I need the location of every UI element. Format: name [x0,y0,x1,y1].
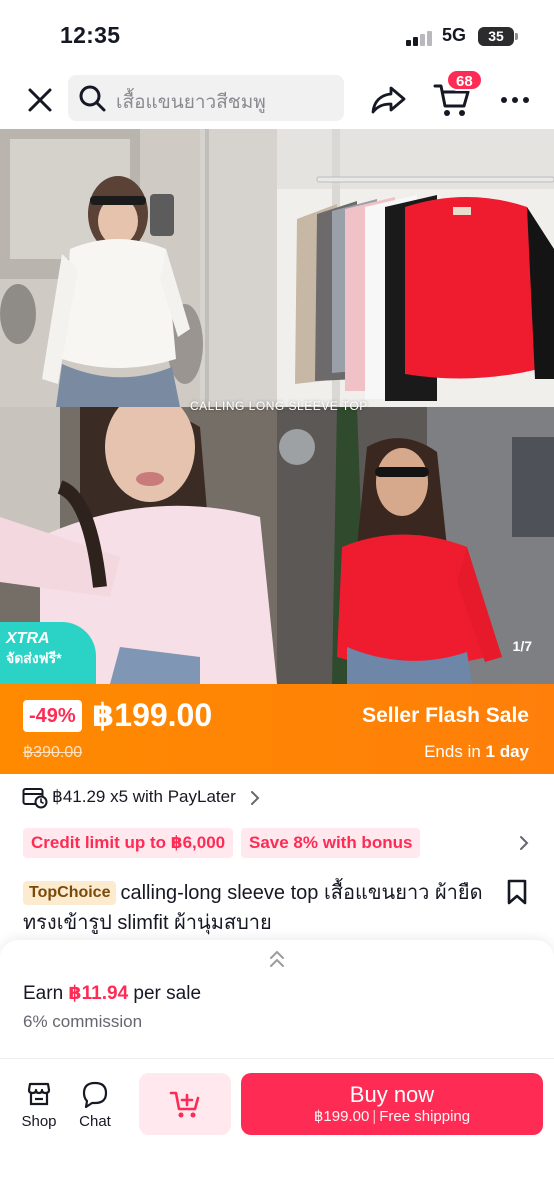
shop-label: Shop [21,1113,57,1130]
xtra-label: XTRA [6,630,50,647]
battery-icon: 35 [478,27,518,46]
top-bar: เสื้อแขนยาวสีชมพู 68 [0,69,554,128]
topchoice-badge: TopChoice [23,881,117,905]
close-icon[interactable] [22,82,58,118]
add-to-cart-button[interactable] [139,1073,231,1135]
shop-icon [27,1082,51,1106]
search-icon [79,85,106,112]
product-photo-white-top [0,129,277,407]
affiliate-earn-panel[interactable]: Earn ฿11.94 per sale 6% commission [0,940,554,1060]
chat-button[interactable]: Chat [70,1079,120,1130]
network-type: 5G [442,25,467,45]
bottom-action-bar: Shop Chat Buy now ฿199.00 | Free shipping [0,1058,554,1200]
chevron-right-icon[interactable] [516,832,532,854]
xtra-free-shipping-badge: XTRA จัดส่งฟรี* [0,622,96,684]
paylater-text: ฿41.29 x5 with PayLater [52,787,236,806]
paylater-icon [22,788,48,809]
earn-per-sale: Earn ฿11.94 per sale [23,982,201,1005]
chat-label: Chat [79,1113,111,1130]
ends-prefix: Ends in [424,742,486,761]
earn-suffix: per sale [128,983,202,1004]
status-bar: 12:35 5G 35 [0,0,554,72]
buy-shipping: Free shipping [379,1108,471,1125]
chat-icon [82,1081,108,1109]
buy-now-label: Buy now [349,1082,435,1107]
flash-sale-countdown: Ends in 1 day [424,742,529,762]
free-shipping-label: จัดส่งฟรี* [6,650,62,666]
product-photo-color-rack [277,129,554,407]
earn-prefix: Earn [23,983,69,1004]
add-to-cart-icon [169,1091,200,1118]
buy-now-button[interactable]: Buy now ฿199.00 | Free shipping [241,1073,543,1135]
status-time: 12:35 [60,22,121,48]
more-icon[interactable] [496,80,534,118]
share-icon[interactable] [370,80,408,118]
flash-sale-banner: -49% ฿199.00 ฿390.00 Seller Flash Sale E… [0,684,554,774]
earn-amount: ฿11.94 [68,983,129,1004]
shop-button[interactable]: Shop [14,1079,64,1130]
buy-now-subtext: ฿199.00 | Free shipping [313,1108,471,1125]
bookmark-icon[interactable] [506,878,528,906]
cart-count-badge: 68 [446,69,483,91]
discount-badge: -49% [23,700,82,732]
product-title: TopChoice calling-long sleeve top เสื้อแข… [23,878,493,938]
flash-sale-title: Seller Flash Sale [362,704,529,727]
credit-limit-tag[interactable]: Credit limit up to ฿6,000 [23,828,234,858]
original-price: ฿390.00 [23,744,83,761]
chevron-up-icon[interactable] [267,948,287,970]
product-image-gallery[interactable]: CALLING LONG SLEEVE TOP 1/7 XTRA จัดส่งฟ… [0,129,554,684]
ends-value: 1 day [485,742,529,761]
commission-rate: 6% commission [23,1012,143,1031]
search-input[interactable]: เสื้อแขนยาวสีชมพู [68,75,344,121]
search-query: เสื้อแขนยาวสีชมพู [116,92,266,113]
gallery-caption: CALLING LONG SLEEVE TOP [190,399,368,413]
signal-icon [406,30,436,46]
current-price: ฿199.00 [92,697,213,733]
buy-price: ฿199.00 [313,1108,370,1125]
image-counter: 1/7 [512,638,532,654]
bonus-savings-tag[interactable]: Save 8% with bonus [241,828,421,858]
chevron-right-icon [251,791,260,805]
